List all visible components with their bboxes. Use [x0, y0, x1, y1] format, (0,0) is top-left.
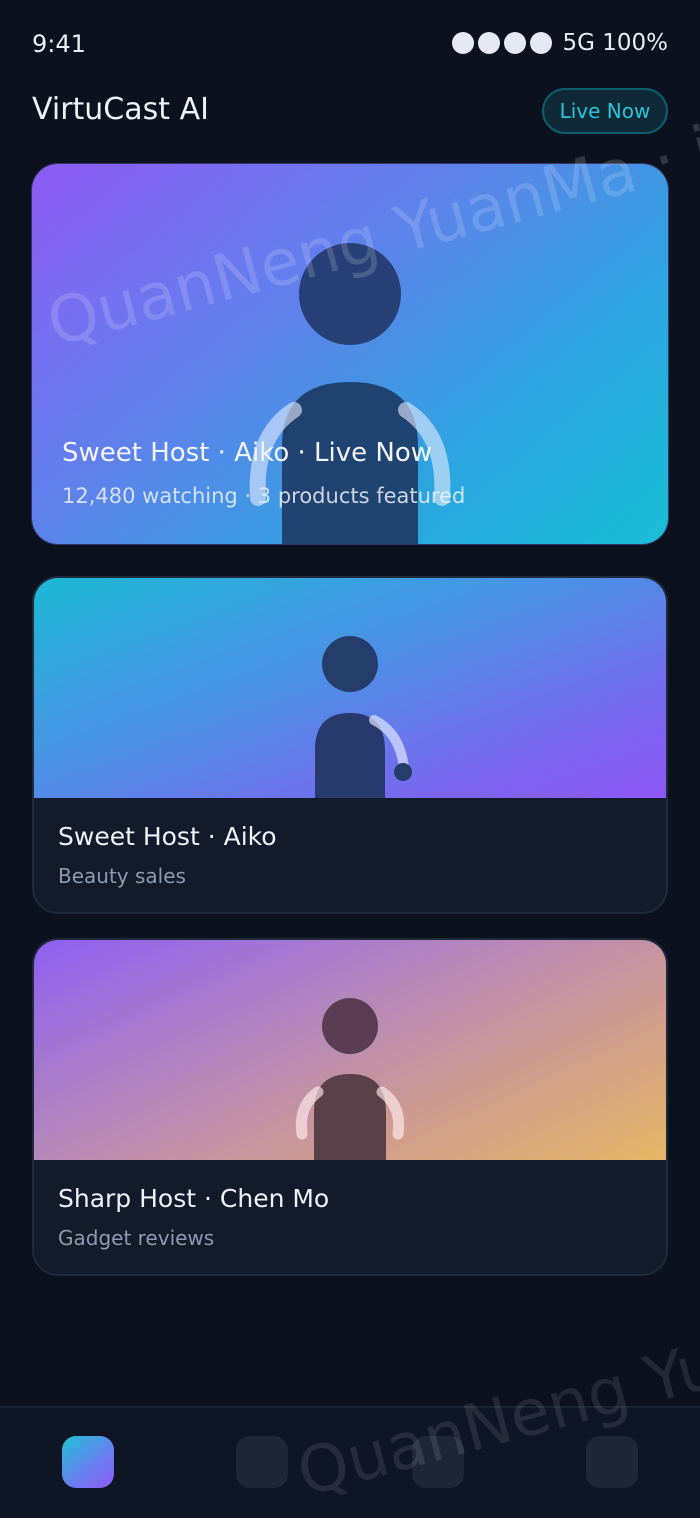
- host-name: Sharp Host · Chen Mo: [58, 1184, 330, 1213]
- app-header: VirtuCast AI Live Now: [32, 88, 668, 136]
- host-avatar-illustration: [295, 998, 405, 1160]
- featured-title: Sweet Host · Aiko · Live Now: [62, 438, 433, 468]
- host-category: Beauty sales: [58, 864, 186, 888]
- live-now-button[interactable]: Live Now: [542, 88, 668, 134]
- host-card-aiko[interactable]: Sweet Host · Aiko Beauty sales: [32, 576, 668, 914]
- status-time: 9:41: [32, 30, 86, 58]
- status-indicators: 5G 100%: [452, 30, 668, 56]
- bottom-nav: [0, 1406, 700, 1518]
- network-battery-text: 5G 100%: [562, 30, 668, 56]
- explore-icon[interactable]: [236, 1436, 288, 1488]
- home-icon[interactable]: [62, 1436, 114, 1488]
- featured-live-card[interactable]: Sweet Host · Aiko · Live Now 12,480 watc…: [32, 164, 668, 544]
- host-thumbnail: [34, 940, 666, 1160]
- featured-subtitle: 12,480 watching · 3 products featured: [62, 484, 466, 508]
- app-title: VirtuCast AI: [32, 92, 209, 127]
- host-card-chen-mo[interactable]: Sharp Host · Chen Mo Gadget reviews: [32, 938, 668, 1276]
- host-category: Gadget reviews: [58, 1226, 215, 1250]
- profile-icon[interactable]: [586, 1436, 638, 1488]
- signal-dots-icon: [452, 32, 553, 54]
- host-thumbnail: [34, 578, 666, 798]
- status-bar: 9:41 5G 100%: [0, 0, 700, 90]
- studio-icon[interactable]: [412, 1436, 464, 1488]
- host-avatar-illustration: [315, 636, 412, 798]
- host-name: Sweet Host · Aiko: [58, 822, 277, 851]
